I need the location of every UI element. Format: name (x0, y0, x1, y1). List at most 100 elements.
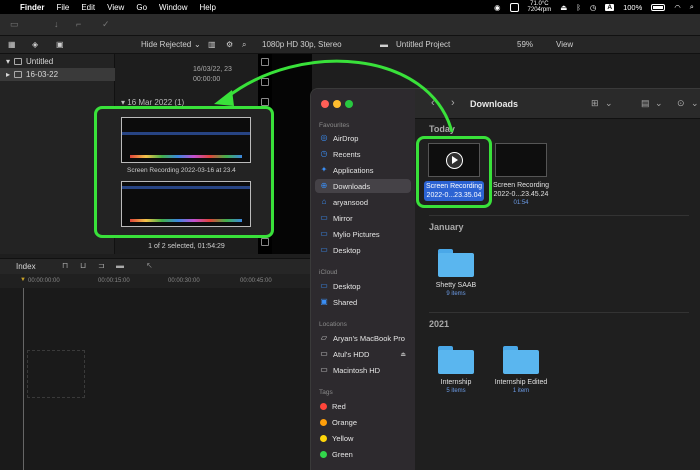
timeline-drop-zone[interactable] (27, 350, 85, 398)
append-clip-icon[interactable]: ⊐ (98, 261, 105, 270)
sidebar-item-label: Orange (332, 417, 358, 427)
tool-select-icon[interactable]: ↖ (146, 261, 153, 270)
playhead-icon[interactable]: ▼ (20, 277, 26, 283)
section-favourites: Favourites (319, 122, 350, 129)
event-row[interactable]: ▸ 16-03-22 (0, 68, 115, 81)
selection-band (122, 132, 250, 135)
sidebar-item-desktop[interactable]: ▭ Desktop (315, 243, 411, 257)
menu-file[interactable]: File (56, 3, 69, 12)
section-locations: Locations (319, 321, 347, 328)
close-button[interactable] (321, 100, 329, 108)
viewer[interactable] (272, 54, 312, 254)
library-toggle-icon[interactable]: ▭ (10, 19, 19, 30)
keyword-icon[interactable]: ⌐ (76, 19, 81, 29)
sidebar-item-shared[interactable]: ▣ Shared (315, 295, 411, 309)
folder-body (438, 253, 474, 277)
filter-dropdown[interactable]: Hide Rejected (141, 40, 191, 49)
import-icon[interactable]: ↓ (54, 19, 59, 29)
sidebar-item-atuls-hdd[interactable]: ▭ Atul's HDD ⏏ (315, 347, 411, 361)
clip-meta-time: 00:00:00 (193, 76, 221, 83)
zoom-dropdown[interactable]: 59% (517, 40, 533, 49)
back-chevron-icon[interactable]: ‹ (431, 97, 435, 109)
menu-app-finder[interactable]: Finder (20, 3, 44, 12)
library-icon[interactable]: ▦ (8, 40, 16, 49)
eject-icon[interactable]: ⏏ (400, 351, 406, 358)
clip-thumbnail[interactable] (121, 117, 251, 163)
photos-icon[interactable]: ◈ (32, 40, 38, 49)
clip-appearance-icon[interactable]: ▥ (208, 40, 216, 49)
input-source-icon[interactable]: A (605, 3, 615, 11)
bluetooth-icon[interactable]: ᛒ (576, 3, 581, 12)
sidebar-item-macbook[interactable]: ▱ Aryan's MacBook Pro (315, 331, 411, 345)
fan-value: 7204rpm (527, 7, 552, 13)
sidebar-tag-green[interactable]: Green (315, 447, 411, 461)
index-button[interactable]: Index (16, 262, 36, 271)
group-icon[interactable]: ▤ (641, 98, 650, 109)
disclosure-closed-icon[interactable]: ▸ (6, 70, 10, 79)
disclosure-open-icon[interactable]: ▾ (6, 57, 10, 66)
menu-window[interactable]: Window (159, 3, 187, 12)
timer-icon[interactable]: ◷ (590, 3, 597, 12)
wifi-icon[interactable]: ◠ (674, 3, 681, 12)
sidebar-tag-red[interactable]: Red (315, 399, 411, 413)
more-chevron-icon[interactable]: ⌄ (691, 98, 699, 109)
folder-item[interactable]: Shetty SAAB 9 items (420, 249, 492, 297)
view-dropdown[interactable]: View (556, 40, 573, 49)
sidebar-item-airdrop[interactable]: ◎ AirDrop (315, 131, 411, 145)
menu-go[interactable]: Go (136, 3, 147, 12)
sidebar-item-label: Shared (333, 297, 358, 307)
menu-edit[interactable]: Edit (81, 3, 95, 12)
timeline-ruler[interactable]: ▼ 00:00:00:00 00:00:15:00 00:00:30:00 00… (0, 274, 312, 288)
thermometer-icon[interactable] (509, 2, 519, 12)
folder-item[interactable]: Internship 5 items (420, 346, 492, 394)
sidebar-tag-yellow[interactable]: Yellow (315, 431, 411, 445)
folder-item[interactable]: Internship Edited 1 item (485, 346, 557, 394)
battery-percent: 100% (623, 2, 643, 12)
folder-body (438, 350, 474, 374)
ruler-tick: 00:00:00:00 (28, 278, 60, 284)
minimize-button[interactable] (333, 100, 341, 108)
sidebar-item-recents[interactable]: ◷ Recents (315, 147, 411, 161)
group-chevron-icon[interactable]: ⌄ (655, 98, 663, 109)
grid-view-icon[interactable]: ⊞ (591, 98, 599, 109)
sidebar-tag-orange[interactable]: Orange (315, 415, 411, 429)
more-icon[interactable]: ⊙ (677, 98, 685, 109)
file-item[interactable]: Screen Recording 2022-0...23.45.24 01:54 (485, 143, 557, 206)
video-thumbnail (495, 143, 547, 177)
sidebar-item-aryansood[interactable]: ⌂ aryansood (315, 195, 411, 209)
clip-highlight-box: Screen Recording 2022-03-16 at 23.4 (94, 106, 274, 238)
sidebar-item-mylio[interactable]: ▭ Mylio Pictures (315, 227, 411, 241)
sidebar-item-downloads[interactable]: ⊕ Downloads (315, 179, 411, 193)
library-untitled[interactable]: ▾ Untitled (6, 57, 53, 66)
timeline-area[interactable] (0, 288, 312, 470)
overwrite-clip-icon[interactable]: ▬ (116, 261, 124, 270)
check-icon[interactable]: ✓ (102, 19, 110, 30)
temp-readout[interactable]: 71.0°C 7204rpm (528, 1, 552, 13)
sidebar-item-icloud-desktop[interactable]: ▭ Desktop (315, 279, 411, 293)
search-icon[interactable]: ⌕ (242, 40, 246, 50)
view-options-icon[interactable]: ⚙ (226, 40, 233, 49)
filter-chevron-icon[interactable]: ⌄ (194, 40, 201, 49)
ruler-tick: 00:00:45:00 (240, 278, 272, 284)
battery-icon[interactable] (651, 3, 666, 11)
menu-help[interactable]: Help (199, 3, 215, 12)
view-chevron-icon[interactable]: ⌄ (605, 98, 613, 109)
spotlight-icon[interactable]: ⌕ (690, 2, 694, 12)
sidebar-item-label: Downloads (333, 181, 371, 191)
insert-clip-icon[interactable]: ⊔ (80, 261, 86, 270)
clip-thumbnail[interactable] (121, 181, 251, 227)
sidebar-item-macintosh-hd[interactable]: ▭ Macintosh HD (315, 363, 411, 377)
sidebar-item-applications[interactable]: ✦ Applications (315, 163, 411, 177)
forward-chevron-icon[interactable]: › (451, 97, 455, 109)
tag-dot-icon (320, 450, 327, 458)
zoom-button[interactable] (345, 100, 353, 108)
sidebar-item-label: Yellow (332, 433, 354, 443)
fcp-toolbar: ▭ ↓ ⌐ ✓ (0, 14, 700, 36)
sidebar-item-mirror[interactable]: ▭ Mirror (315, 211, 411, 225)
folder-count: 5 items (446, 388, 466, 394)
connect-clip-icon[interactable]: ⊓ (62, 261, 68, 270)
titles-icon[interactable]: ▣ (56, 40, 64, 49)
menu-view[interactable]: View (107, 3, 124, 12)
record-icon[interactable]: ◉ (494, 3, 501, 12)
eject-menu-icon[interactable]: ⏏ (560, 3, 567, 12)
